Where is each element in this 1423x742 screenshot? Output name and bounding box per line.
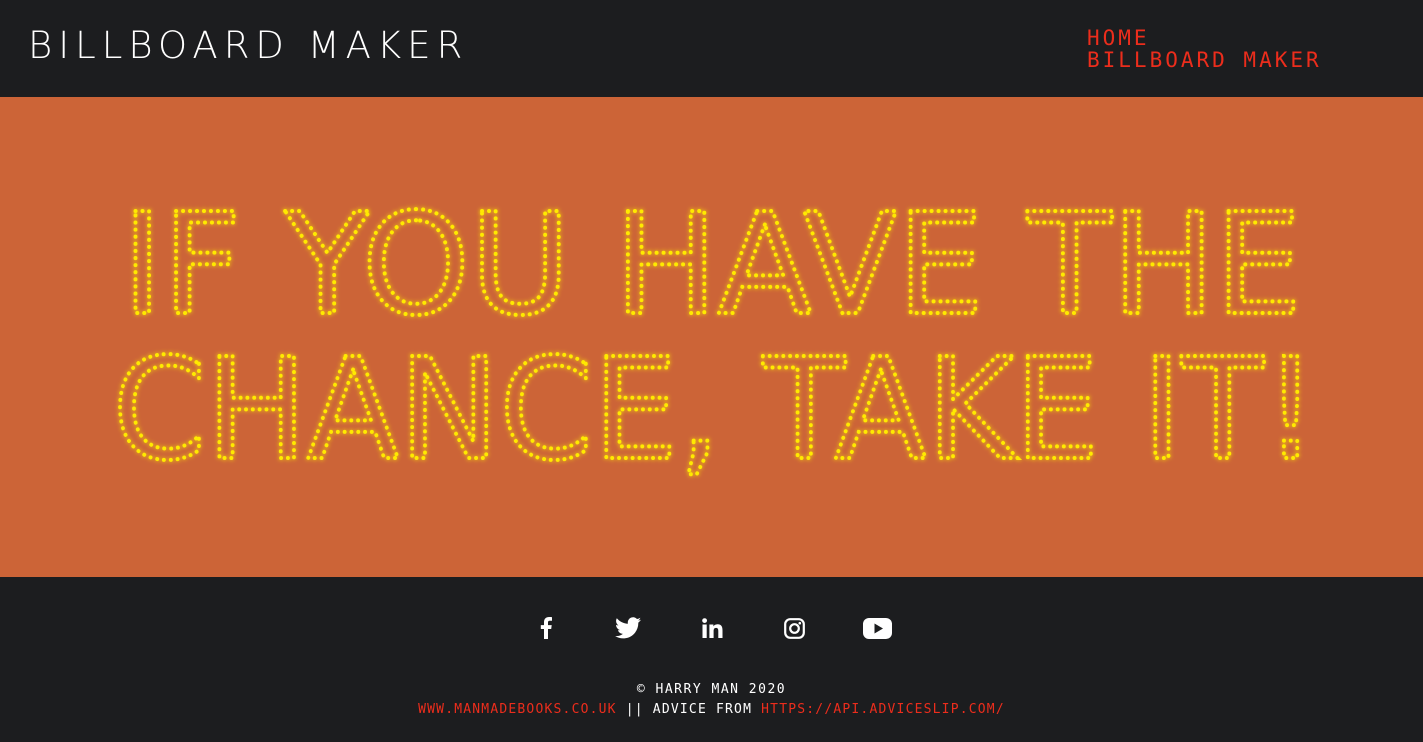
twitter-icon — [615, 617, 641, 639]
linkedin-link[interactable] — [694, 613, 730, 643]
adviceslip-api-link[interactable]: HTTPS://API.ADVICESLIP.COM/ — [761, 702, 1005, 717]
instagram-link[interactable] — [776, 613, 812, 643]
instagram-icon — [783, 617, 805, 639]
linkedin-icon — [701, 618, 722, 638]
credits-line: WWW.MANMADEBOOKS.CO.UK || ADVICE FROM HT… — [0, 702, 1423, 717]
nav-link-billboard-maker[interactable]: BILLBOARD MAKER — [1087, 49, 1322, 71]
billboard-line-2: CHANCE, TAKE IT! — [113, 329, 1318, 492]
site-header: BILLBOARD MAKER HOME BILLBOARD MAKER — [0, 0, 1423, 97]
billboard-display: IF YOU HAVE THE CHANCE, TAKE IT! — [0, 97, 1423, 577]
copyright-text: © HARRY MAN 2020 — [636, 682, 787, 697]
site-footer: © HARRY MAN 2020 WWW.MANMADEBOOKS.CO.UK … — [0, 577, 1423, 742]
billboard-canvas: IF YOU HAVE THE CHANCE, TAKE IT! — [111, 182, 1320, 494]
site-title: BILLBOARD MAKER — [28, 24, 469, 67]
facebook-link[interactable] — [528, 613, 564, 643]
youtube-icon — [862, 617, 892, 639]
twitter-link[interactable] — [610, 613, 646, 643]
billboard-line-1: IF YOU HAVE THE — [122, 184, 1302, 347]
facebook-icon — [540, 617, 552, 639]
nav-link-home[interactable]: HOME — [1087, 27, 1322, 49]
main-nav: HOME BILLBOARD MAKER — [1087, 27, 1322, 71]
youtube-link[interactable] — [859, 613, 895, 643]
credits-separator: || ADVICE FROM — [616, 702, 762, 717]
manmadebooks-link[interactable]: WWW.MANMADEBOOKS.CO.UK — [418, 702, 617, 717]
